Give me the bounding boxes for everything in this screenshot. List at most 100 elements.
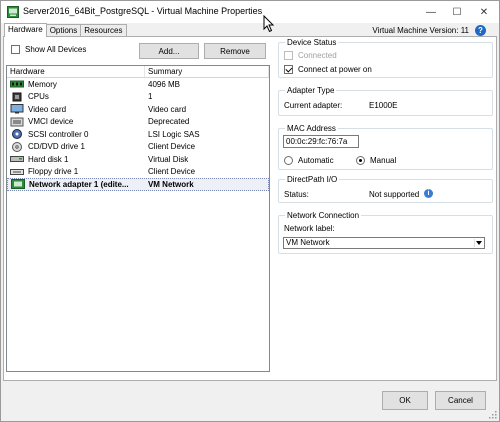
mac-manual-radio[interactable]: Manual (356, 156, 396, 165)
show-all-devices-checkbox[interactable]: Show All Devices (11, 45, 86, 54)
mac-address-group: MAC Address 00:0c:29:fc:76:7a Automatic … (278, 124, 493, 170)
title-bar[interactable]: Server2016_64Bit_PostgreSQL - Virtual Ma… (1, 1, 499, 23)
show-all-devices-box[interactable] (11, 45, 20, 54)
column-header-hardware[interactable]: Hardware (7, 66, 145, 77)
hardware-name-cell: CPUs (7, 92, 145, 102)
cd-dvd-drive-icon (10, 141, 24, 152)
vmci-device-icon (10, 117, 24, 127)
hardware-name-cell: Video card (7, 104, 145, 114)
hardware-summary: 1 (148, 92, 153, 102)
connect-at-power-on-label: Connect at power on (298, 65, 372, 74)
add-button[interactable]: Add... (139, 43, 199, 59)
connected-box[interactable] (284, 51, 293, 60)
hardware-name-cell: Hard disk 1 (7, 154, 145, 164)
hardware-summary: Video card (148, 104, 187, 114)
vm-app-icon (7, 6, 19, 18)
network-adapter-icon (11, 179, 25, 190)
adapter-type-title: Adapter Type (285, 86, 337, 95)
tab-strip: Hardware Options Resources (4, 23, 127, 37)
hardware-name: CD/DVD drive 1 (28, 142, 85, 152)
hardware-name-cell: Memory (7, 79, 145, 89)
ok-button[interactable]: OK (382, 391, 428, 410)
table-row[interactable]: SCSI controller 0 LSI Logic SAS (7, 128, 269, 141)
hardware-list[interactable]: Hardware Summary Memory 4096 MB CPUs 1 Video… (6, 65, 270, 372)
table-row[interactable]: VMCI device Deprecated (7, 116, 269, 129)
hard-disk-icon (10, 154, 24, 164)
hardware-summary: 4096 MB (148, 79, 181, 89)
mouse-cursor-icon (263, 15, 275, 33)
video-card-icon (10, 104, 24, 114)
table-row[interactable]: Network adapter 1 (edite... VM Network (7, 178, 269, 191)
hardware-name-cell: SCSI controller 0 (7, 129, 145, 140)
hardware-name: Hard disk 1 (28, 154, 69, 164)
device-status-group: Device Status Connected Connect at power… (278, 38, 493, 78)
mac-automatic-radio[interactable]: Automatic (284, 156, 334, 165)
close-icon[interactable]: ✕ (471, 1, 497, 23)
cpu-icon (10, 92, 24, 102)
hardware-summary: VM Network (147, 179, 194, 189)
minimize-icon[interactable]: — (418, 1, 444, 23)
column-header-summary[interactable]: Summary (145, 66, 269, 77)
show-all-devices-label: Show All Devices (25, 45, 87, 54)
table-row[interactable]: Video card Video card (7, 103, 269, 116)
hardware-name: CPUs (28, 92, 49, 102)
window-title: Server2016_64Bit_PostgreSQL - Virtual Ma… (23, 6, 263, 16)
hardware-summary: Deprecated (148, 117, 190, 127)
mac-manual-radio-dot[interactable] (356, 156, 365, 165)
resize-grip-icon[interactable] (489, 411, 497, 419)
hardware-name: VMCI device (28, 117, 74, 127)
tab-hardware[interactable]: Hardware (4, 23, 47, 37)
remove-button[interactable]: Remove (204, 43, 266, 59)
info-icon[interactable]: i (424, 189, 433, 198)
hardware-name: Video card (28, 104, 67, 114)
hardware-name-cell: Network adapter 1 (edite... (8, 179, 145, 190)
directpath-title: DirectPath I/O (285, 175, 340, 184)
mac-address-title: MAC Address (285, 124, 338, 133)
network-label-value: VM Network (286, 238, 330, 247)
adapter-type-group: Adapter Type Current adapter: E1000E (278, 86, 493, 116)
table-row[interactable]: Hard disk 1 Virtual Disk (7, 153, 269, 166)
vm-version-label: Virtual Machine Version: 11 (372, 26, 469, 35)
hardware-name: Memory (28, 79, 57, 89)
network-label-caption: Network label: (284, 224, 335, 233)
hardware-list-header: Hardware Summary (7, 66, 269, 78)
directpath-status-value: Not supported (369, 190, 420, 199)
table-row[interactable]: CPUs 1 (7, 91, 269, 104)
connected-checkbox[interactable]: Connected (284, 51, 337, 60)
floppy-drive-icon (10, 167, 24, 177)
properties-window: Server2016_64Bit_PostgreSQL - Virtual Ma… (0, 0, 500, 422)
hardware-summary: LSI Logic SAS (148, 129, 200, 139)
network-connection-title: Network Connection (285, 211, 362, 220)
chevron-down-icon[interactable] (474, 239, 483, 247)
hardware-rows: Memory 4096 MB CPUs 1 Video card Video card VM… (7, 78, 269, 191)
mac-manual-label: Manual (370, 156, 397, 165)
current-adapter-label: Current adapter: (284, 101, 343, 110)
help-icon[interactable]: ? (475, 25, 486, 36)
network-label-dropdown[interactable]: VM Network (283, 237, 485, 249)
hardware-name-cell: CD/DVD drive 1 (7, 141, 145, 152)
maximize-icon[interactable]: ☐ (444, 1, 470, 23)
hardware-summary: Client Device (148, 167, 196, 177)
mac-automatic-radio-dot[interactable] (284, 156, 293, 165)
table-row[interactable]: CD/DVD drive 1 Client Device (7, 141, 269, 154)
connect-at-power-on-box[interactable] (284, 65, 293, 74)
hardware-name: Network adapter 1 (edite... (29, 179, 129, 189)
directpath-status-label: Status: (284, 190, 309, 199)
hardware-name-cell: VMCI device (7, 117, 145, 127)
mac-automatic-label: Automatic (298, 156, 334, 165)
connected-label: Connected (298, 51, 337, 60)
memory-icon (10, 79, 24, 89)
hardware-name-cell: Floppy drive 1 (7, 167, 145, 177)
connect-at-power-on-checkbox[interactable]: Connect at power on (284, 65, 372, 74)
scsi-controller-icon (10, 129, 24, 140)
table-row[interactable]: Memory 4096 MB (7, 78, 269, 91)
current-adapter-value: E1000E (369, 101, 398, 110)
network-connection-group: Network Connection Network label: VM Net… (278, 211, 493, 254)
hardware-name: SCSI controller 0 (28, 129, 89, 139)
mac-address-field[interactable]: 00:0c:29:fc:76:7a (283, 135, 359, 148)
table-row[interactable]: Floppy drive 1 Client Device (7, 166, 269, 179)
cancel-button[interactable]: Cancel (435, 391, 486, 410)
hardware-name: Floppy drive 1 (28, 167, 79, 177)
hardware-summary: Virtual Disk (148, 154, 189, 164)
device-status-title: Device Status (285, 38, 339, 47)
